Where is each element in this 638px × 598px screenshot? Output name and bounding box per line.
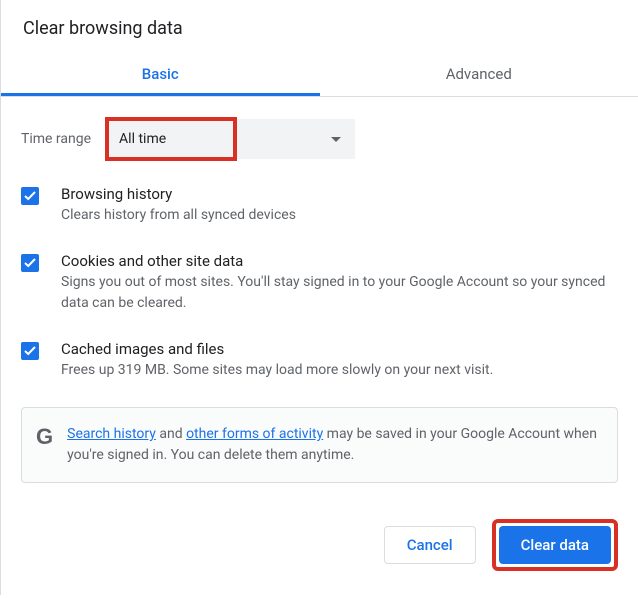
checkbox-cookies[interactable] — [21, 254, 39, 272]
option-desc: Frees up 319 MB. Some sites may load mor… — [61, 360, 493, 381]
option-title: Cookies and other site data — [61, 252, 618, 270]
link-search-history[interactable]: Search history — [67, 426, 156, 442]
button-row: Cancel Clear data — [21, 519, 618, 571]
time-range-value: All time — [119, 119, 166, 159]
option-desc: Signs you out of most sites. You'll stay… — [61, 272, 618, 314]
chevron-down-icon — [331, 119, 341, 159]
time-range-label: Time range — [21, 131, 91, 147]
option-title: Browsing history — [61, 185, 296, 203]
option-browsing-history: Browsing history Clears history from all… — [21, 185, 618, 226]
time-range-row: Time range All time — [21, 119, 618, 159]
link-other-activity[interactable]: other forms of activity — [186, 426, 323, 442]
clear-data-button[interactable]: Clear data — [499, 526, 611, 564]
tab-advanced[interactable]: Advanced — [320, 53, 638, 96]
annotation-highlight: Clear data — [492, 519, 618, 571]
clear-browsing-data-dialog: Clear browsing data Basic Advanced Time … — [0, 0, 638, 595]
option-cookies: Cookies and other site data Signs you ou… — [21, 252, 618, 314]
info-text: Search history and other forms of activi… — [67, 424, 601, 466]
option-cache: Cached images and files Frees up 319 MB.… — [21, 340, 618, 381]
option-desc: Clears history from all synced devices — [61, 205, 296, 226]
option-title: Cached images and files — [61, 340, 493, 358]
time-range-select[interactable]: All time — [105, 119, 355, 159]
cancel-button[interactable]: Cancel — [384, 526, 476, 564]
checkbox-cache[interactable] — [21, 342, 39, 360]
dialog-title: Clear browsing data — [21, 18, 618, 39]
checkbox-browsing-history[interactable] — [21, 187, 39, 205]
tab-basic[interactable]: Basic — [1, 53, 320, 96]
tabs: Basic Advanced — [1, 53, 638, 97]
info-box: G Search history and other forms of acti… — [21, 407, 618, 483]
google-icon: G — [36, 426, 53, 448]
